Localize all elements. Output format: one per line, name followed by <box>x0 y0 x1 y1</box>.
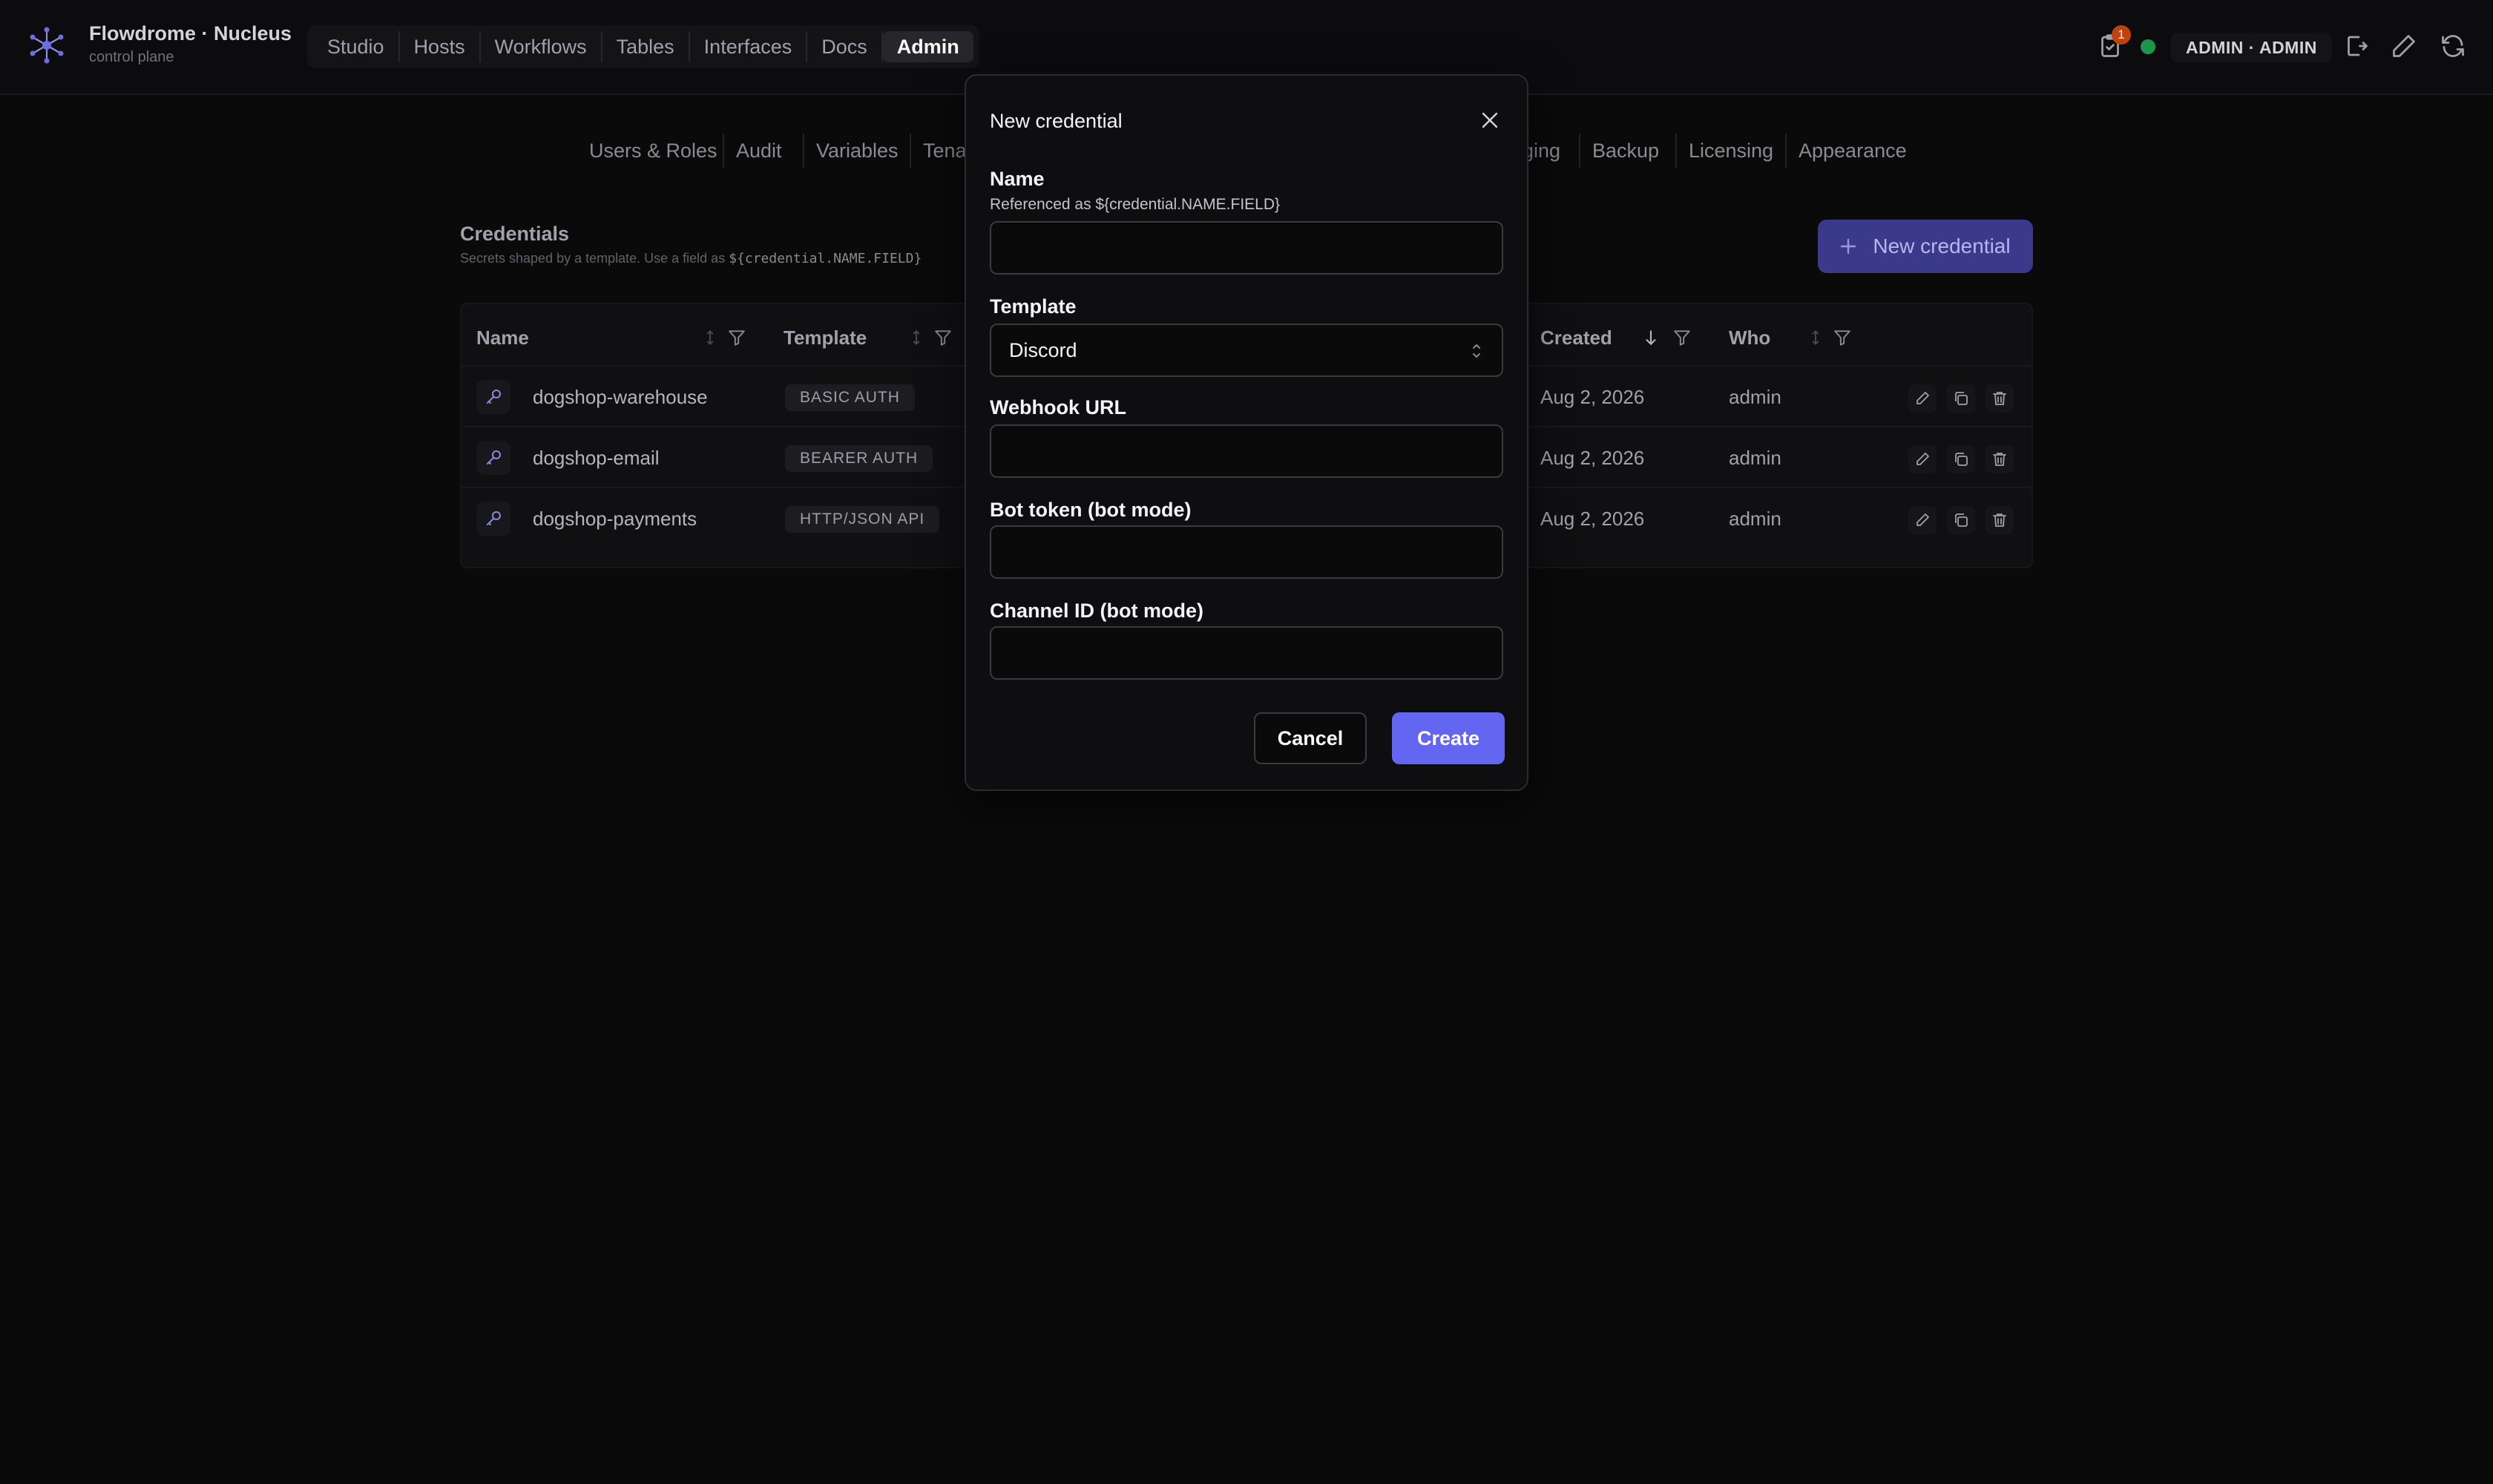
credential-name[interactable]: dogshop-payments <box>533 488 697 549</box>
template-select[interactable]: Discord <box>990 324 1503 377</box>
dialog-title: New credential <box>990 110 1123 132</box>
brand-subtitle: control plane <box>89 49 174 65</box>
nav-workflows[interactable]: Workflows <box>481 31 602 62</box>
nav-hosts[interactable]: Hosts <box>400 31 481 62</box>
new-credential-label: New credential <box>1873 234 2011 257</box>
key-icon <box>476 380 510 414</box>
template-badge: BASIC AUTH <box>785 384 915 411</box>
edit-icon[interactable] <box>1908 445 1937 473</box>
channel-id-input[interactable] <box>990 626 1503 680</box>
tab-users-roles[interactable]: Users & Roles <box>589 134 717 168</box>
nav-admin[interactable]: Admin <box>882 31 973 62</box>
template-label: Template <box>990 295 1077 318</box>
section-description: Secrets shaped by a template. Use a fiel… <box>460 251 922 266</box>
tab-backup[interactable]: Backup <box>1579 134 1659 168</box>
section-title: Credentials <box>460 223 570 245</box>
sort-icon[interactable] <box>1806 328 1825 347</box>
brand-logo-icon[interactable] <box>25 24 68 67</box>
new-credential-dialog: New credential Name Referenced as ${cred… <box>965 74 1528 791</box>
edit-icon[interactable] <box>1908 506 1937 534</box>
nav-docs[interactable]: Docs <box>807 31 883 62</box>
main-nav: Studio Hosts Workflows Tables Interfaces… <box>307 25 979 68</box>
status-indicator <box>2141 39 2155 54</box>
bot-token-label: Bot token (bot mode) <box>990 499 1192 521</box>
created-date: Aug 2, 2026 <box>1540 447 1645 469</box>
bot-token-input[interactable] <box>990 525 1503 579</box>
app-root: Flowdrome · Nucleus control plane Studio… <box>0 0 2493 1484</box>
created-by: admin <box>1729 447 1781 469</box>
filter-icon[interactable] <box>933 328 953 347</box>
trash-icon[interactable] <box>1985 445 2014 473</box>
trash-icon[interactable] <box>1985 384 2014 413</box>
tab-licensing[interactable]: Licensing <box>1675 134 1773 168</box>
trash-icon[interactable] <box>1985 506 2014 534</box>
cancel-button[interactable]: Cancel <box>1254 712 1367 764</box>
filter-icon[interactable] <box>1833 328 1852 347</box>
template-badge: BEARER AUTH <box>785 445 933 472</box>
new-credential-button[interactable]: New credential <box>1818 220 2033 273</box>
sort-icon[interactable] <box>700 328 720 347</box>
key-icon <box>476 502 510 536</box>
column-header-created[interactable]: Created <box>1540 322 1612 353</box>
channel-id-label: Channel ID (bot mode) <box>990 600 1203 622</box>
description-text: Secrets shaped by a template. Use a fiel… <box>460 251 729 266</box>
template-selected-value: Discord <box>1009 339 1077 361</box>
template-badge: HTTP/JSON API <box>785 506 940 533</box>
user-menu[interactable]: ADMIN · ADMIN <box>2171 33 2332 62</box>
created-by: admin <box>1729 386 1781 408</box>
key-icon <box>476 441 510 475</box>
credential-name[interactable]: dogshop-email <box>533 427 660 488</box>
created-date: Aug 2, 2026 <box>1540 508 1645 530</box>
copy-icon[interactable] <box>1947 445 1975 473</box>
nav-interfaces[interactable]: Interfaces <box>690 31 808 62</box>
name-label: Name <box>990 168 1045 190</box>
webhook-url-label: Webhook URL <box>990 396 1126 418</box>
close-icon[interactable] <box>1478 108 1502 132</box>
description-code: ${credential.NAME.FIELD} <box>729 251 922 266</box>
chevron-up-down-icon <box>1473 344 1480 358</box>
name-input[interactable] <box>990 221 1503 275</box>
created-by: admin <box>1729 508 1781 530</box>
plus-icon <box>1841 238 1856 255</box>
create-button[interactable]: Create <box>1392 712 1505 764</box>
nav-tables[interactable]: Tables <box>602 31 690 62</box>
tab-tenants[interactable]: Tena <box>910 134 967 168</box>
copy-icon[interactable] <box>1947 384 1975 413</box>
created-date: Aug 2, 2026 <box>1540 386 1645 408</box>
sort-desc-icon[interactable] <box>1641 328 1661 347</box>
pencil-icon[interactable] <box>2391 33 2417 59</box>
sort-icon[interactable] <box>907 328 926 347</box>
log-out-icon[interactable] <box>2343 33 2370 59</box>
notification-badge: 1 <box>2112 25 2131 45</box>
refresh-icon[interactable] <box>2440 33 2466 59</box>
column-header-template[interactable]: Template <box>784 322 867 353</box>
tab-audit[interactable]: Audit <box>723 134 782 168</box>
brand-name: Flowdrome · Nucleus <box>89 22 292 45</box>
webhook-url-input[interactable] <box>990 424 1503 478</box>
filter-icon[interactable] <box>1672 328 1692 347</box>
tab-variables[interactable]: Variables <box>803 134 899 168</box>
tab-appearance[interactable]: Appearance <box>1785 134 1907 168</box>
column-header-name[interactable]: Name <box>476 322 529 353</box>
copy-icon[interactable] <box>1947 506 1975 534</box>
column-header-who[interactable]: Who <box>1729 322 1770 353</box>
credential-name[interactable]: dogshop-warehouse <box>533 367 708 427</box>
name-hint: Referenced as ${credential.NAME.FIELD} <box>990 196 1281 213</box>
filter-icon[interactable] <box>727 328 746 347</box>
nav-studio[interactable]: Studio <box>313 31 400 62</box>
edit-icon[interactable] <box>1908 384 1937 413</box>
